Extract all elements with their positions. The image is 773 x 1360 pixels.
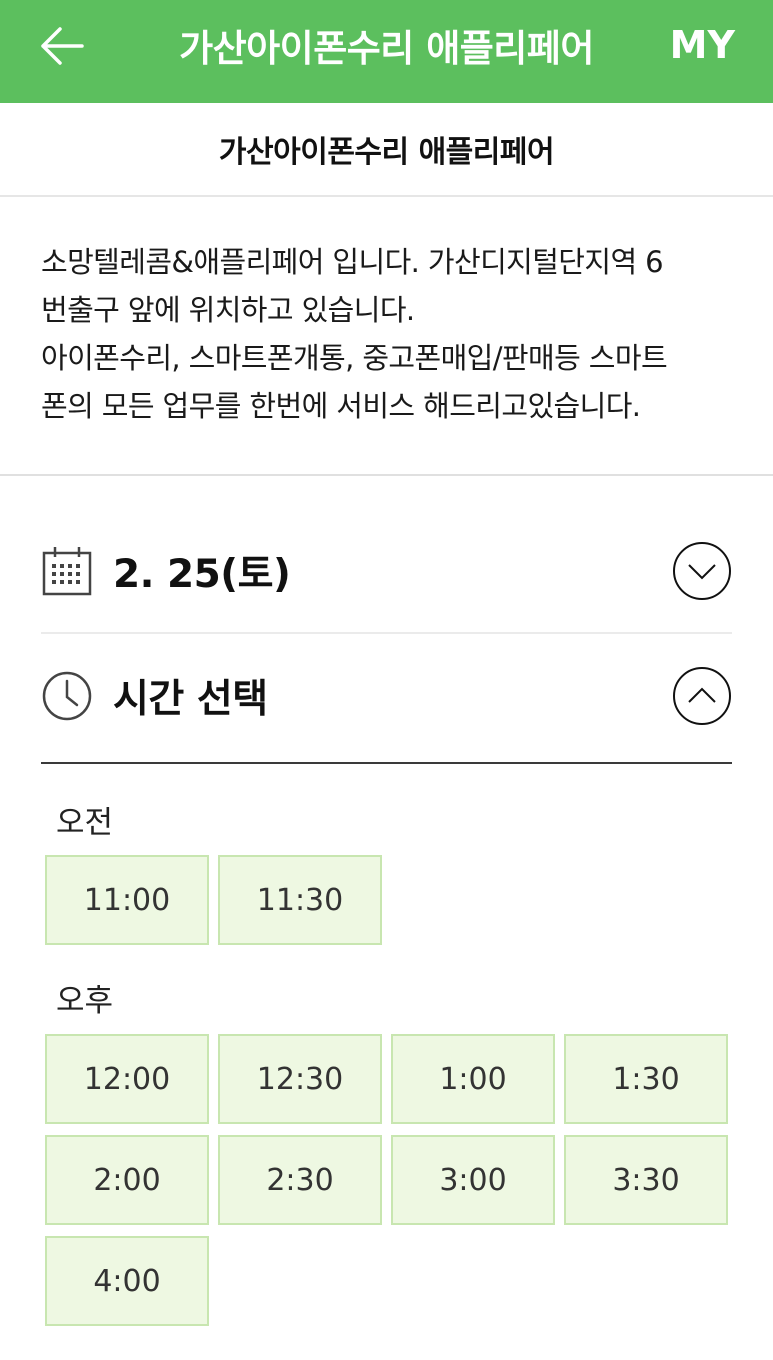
app-bar-title: 가산아이폰수리 애플리페어 <box>179 27 594 70</box>
row-divider <box>41 632 732 634</box>
time-slot-button[interactable]: 1:30 <box>564 1034 728 1124</box>
time-slot-button[interactable]: 11:00 <box>45 855 209 945</box>
selected-date-label: 2. 25(토) <box>113 552 291 597</box>
time-slot-button[interactable]: 12:00 <box>45 1034 209 1124</box>
am-label: 오전 <box>56 805 114 841</box>
back-button[interactable] <box>38 22 86 70</box>
calendar-icon <box>42 547 92 596</box>
time-selection-label: 시간 선택 <box>113 677 268 722</box>
description-line: 아이폰수리, 스마트폰개통, 중고폰매입/판매등 스마트 <box>41 341 668 375</box>
top-app-bar: 가산아이폰수리 애플리페어 MY <box>0 0 773 103</box>
time-slot-button[interactable]: 11:30 <box>218 855 382 945</box>
time-section-divider <box>41 762 732 764</box>
my-page-button[interactable]: MY <box>670 0 735 90</box>
time-selector-row[interactable]: 시간 선택 <box>41 656 732 736</box>
time-slot-button[interactable]: 1:00 <box>391 1034 555 1124</box>
chevron-up-circle-icon[interactable] <box>672 666 732 726</box>
arrow-left-icon <box>41 27 84 65</box>
time-slot-button[interactable]: 3:00 <box>391 1135 555 1225</box>
description-line: 폰의 모든 업무를 한번에 서비스 해드리고있습니다. <box>41 389 641 423</box>
pm-label: 오후 <box>56 983 114 1019</box>
store-name-heading: 가산아이폰수리 애플리페어 <box>0 103 773 197</box>
description-line: 소망텔레콤&애플리페어 입니다. 가산디지털단지역 6 <box>41 245 664 279</box>
description-line: 번출구 앞에 위치하고 있습니다. <box>41 293 415 327</box>
time-slot-button[interactable]: 4:00 <box>45 1236 209 1326</box>
section-divider <box>0 474 773 476</box>
time-slot-button[interactable]: 2:00 <box>45 1135 209 1225</box>
time-slot-button[interactable]: 2:30 <box>218 1135 382 1225</box>
clock-icon <box>42 671 92 721</box>
time-slot-button[interactable]: 12:30 <box>218 1034 382 1124</box>
chevron-down-circle-icon[interactable] <box>672 541 732 601</box>
date-selector-row[interactable]: 2. 25(토) <box>41 531 732 611</box>
time-slot-button[interactable]: 3:30 <box>564 1135 728 1225</box>
store-description: 소망텔레콤&애플리페어 입니다. 가산디지털단지역 6 번출구 앞에 위치하고 … <box>41 238 733 430</box>
